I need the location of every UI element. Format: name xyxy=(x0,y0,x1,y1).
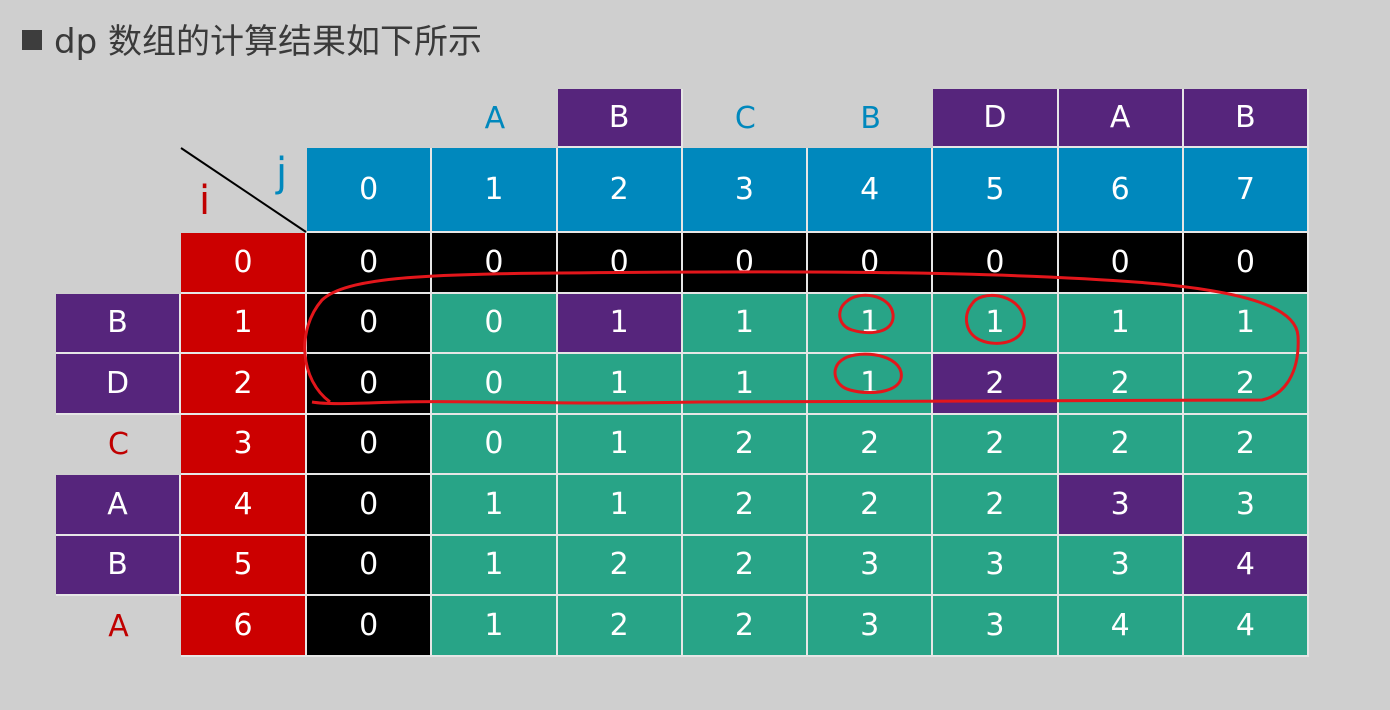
circle-annotation-1-5 xyxy=(964,294,1026,345)
circle-annotation-1-4 xyxy=(838,293,895,335)
corner-diagonal-line xyxy=(180,147,307,233)
annotation-overlay xyxy=(180,147,1300,406)
circle-annotation-2-4 xyxy=(833,352,903,394)
big-loop-annotation xyxy=(303,270,1300,406)
